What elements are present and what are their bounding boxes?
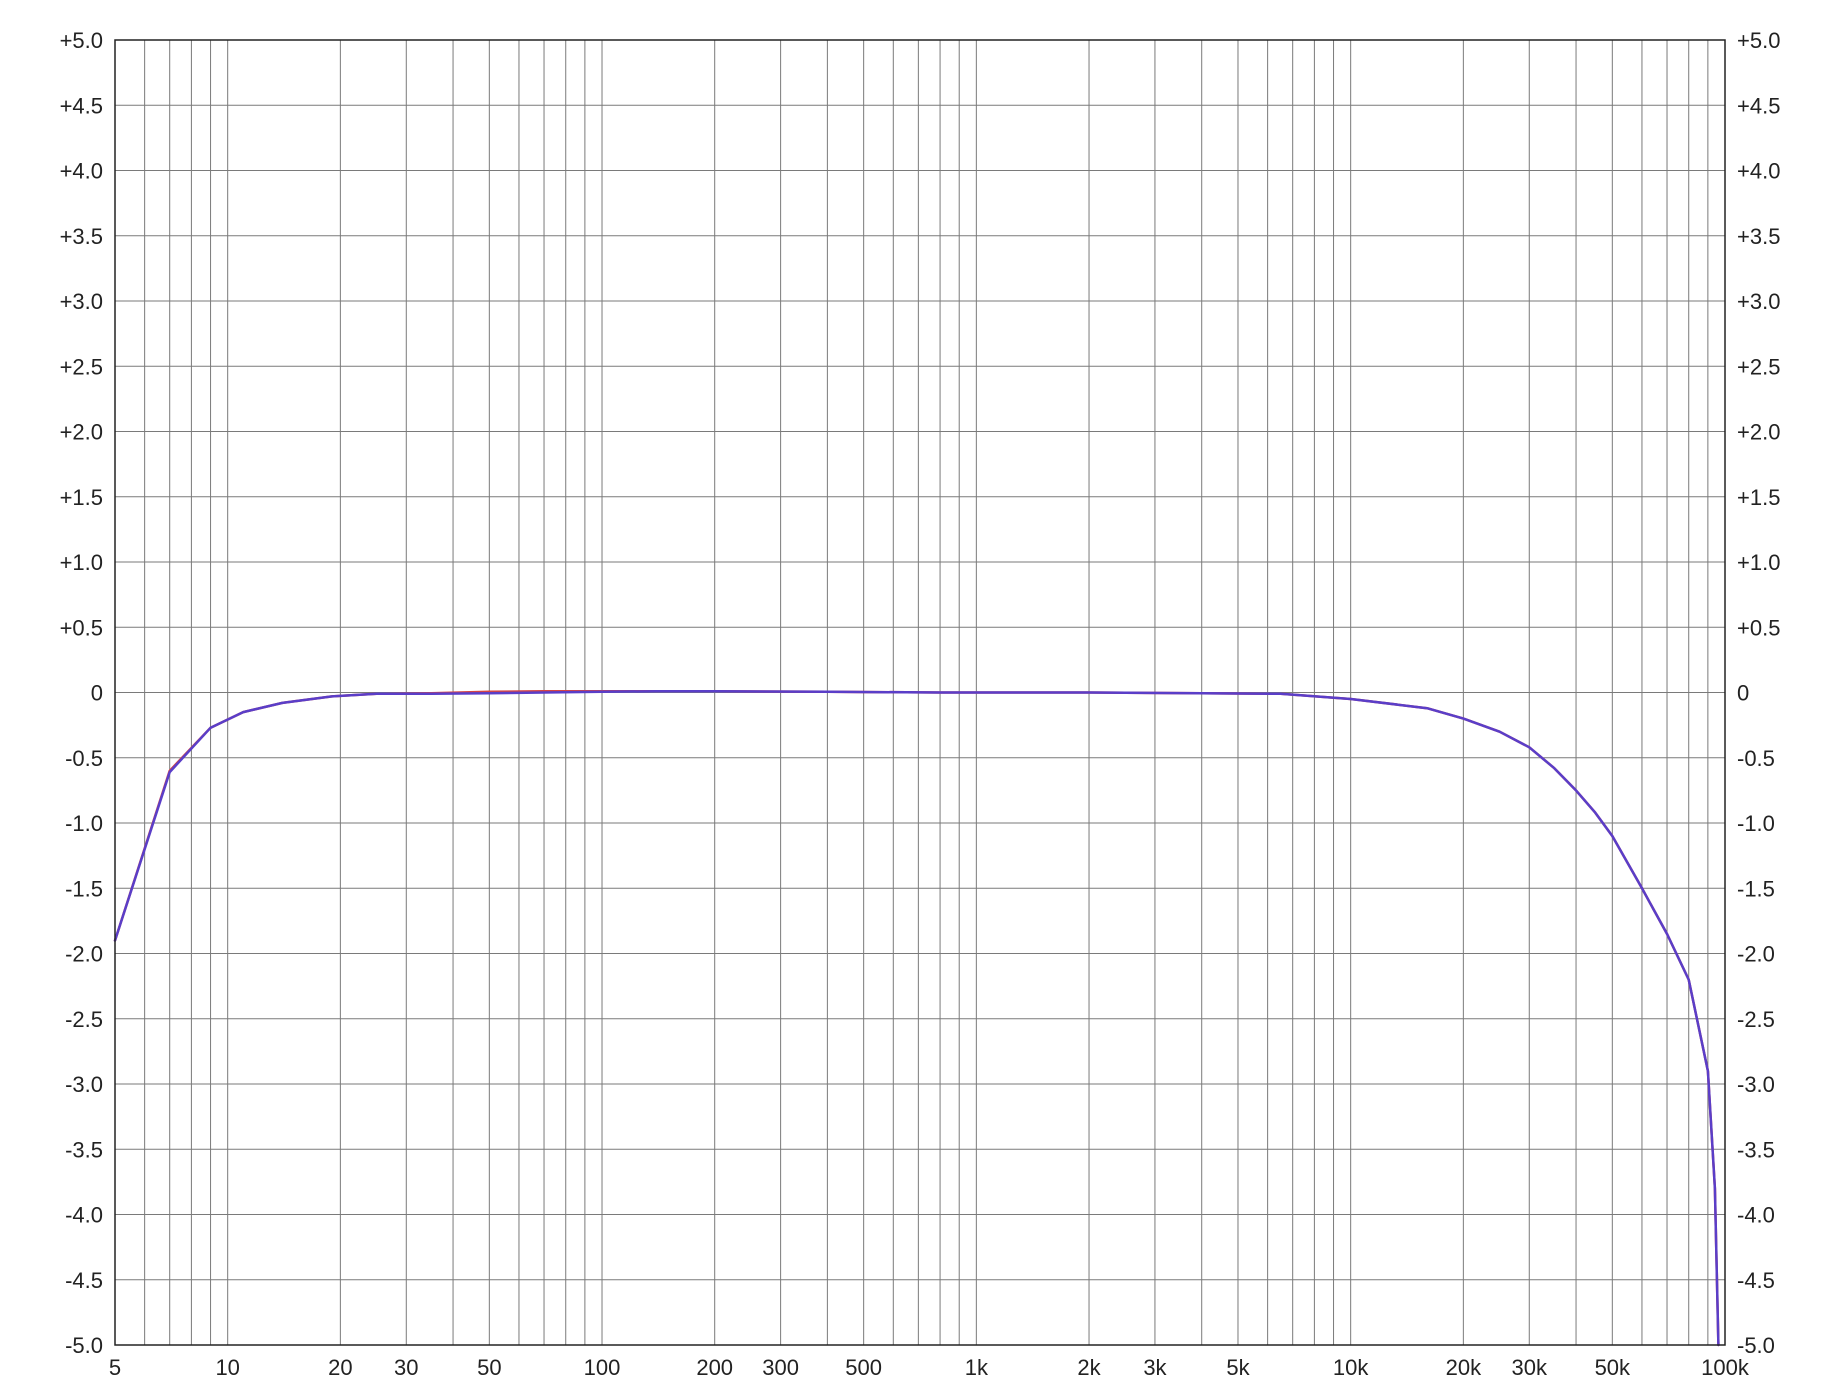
y-tick-label-right: -4.0 bbox=[1737, 1203, 1775, 1228]
x-tick-label: 5 bbox=[109, 1355, 121, 1380]
y-tick-label-right: -3.5 bbox=[1737, 1137, 1775, 1162]
y-tick-label-right: +1.0 bbox=[1737, 550, 1780, 575]
y-tick-label-right: -2.5 bbox=[1737, 1007, 1775, 1032]
y-tick-label-left: -4.0 bbox=[65, 1203, 103, 1228]
y-tick-label-left: +1.0 bbox=[60, 550, 103, 575]
x-tick-labels: 5 10 20 30 50 100 200 300 500 1k 2k 3k 5k 10k 20k 30k 50… bbox=[109, 1355, 1750, 1380]
x-tick-label: 200 bbox=[696, 1355, 733, 1380]
x-tick-label: 300 bbox=[762, 1355, 799, 1380]
y-tick-label-right: -1.5 bbox=[1737, 876, 1775, 901]
y-tick-label-right: -0.5 bbox=[1737, 746, 1775, 771]
y-tick-label-left: -0.5 bbox=[65, 746, 103, 771]
y-tick-label-left: +5.0 bbox=[60, 28, 103, 53]
x-tick-label: 3k bbox=[1143, 1355, 1167, 1380]
y-tick-label-right: +2.5 bbox=[1737, 354, 1780, 379]
y-tick-label-right: 0 bbox=[1737, 681, 1749, 706]
y-tick-label-right: -1.0 bbox=[1737, 811, 1775, 836]
series-line-1 bbox=[113, 689, 1720, 1347]
y-tick-label-left: +1.5 bbox=[60, 485, 103, 510]
frequency-response-chart: +5.0 +4.5 +4.0 +3.5 +3.0 +2.5 +2.0 +1.5 +1.0 +0.5… bbox=[60, 28, 1781, 1380]
y-tick-label-right: +2.0 bbox=[1737, 420, 1780, 445]
x-tick-label: 30 bbox=[394, 1355, 418, 1380]
x-tick-label: 50 bbox=[477, 1355, 501, 1380]
y-tick-label-left: -2.0 bbox=[65, 942, 103, 967]
y-tick-label-left: +2.5 bbox=[60, 354, 103, 379]
series-line-2 bbox=[113, 689, 1720, 1347]
y-tick-label-right: -3.0 bbox=[1737, 1072, 1775, 1097]
y-tick-label-left: 0 bbox=[91, 681, 103, 706]
y-tick-label-right: +0.5 bbox=[1737, 615, 1780, 640]
y-tick-label-right: +5.0 bbox=[1737, 28, 1780, 53]
y-tick-label-left: +2.0 bbox=[60, 420, 103, 445]
x-tick-label: 30k bbox=[1512, 1355, 1548, 1380]
y-tick-label-left: +0.5 bbox=[60, 615, 103, 640]
x-tick-label: 500 bbox=[845, 1355, 882, 1380]
y-tick-label-left: +3.5 bbox=[60, 224, 103, 249]
y-tick-label-left: +4.0 bbox=[60, 159, 103, 184]
y-tick-label-right: +4.0 bbox=[1737, 159, 1780, 184]
y-tick-label-left: -3.5 bbox=[65, 1137, 103, 1162]
x-tick-label: 10k bbox=[1333, 1355, 1369, 1380]
x-tick-label: 2k bbox=[1077, 1355, 1101, 1380]
x-tick-label: 1k bbox=[965, 1355, 989, 1380]
x-tick-label: 20k bbox=[1446, 1355, 1482, 1380]
y-tick-label-left: -2.5 bbox=[65, 1007, 103, 1032]
x-tick-label: 100k bbox=[1701, 1355, 1750, 1380]
y-tick-label-left: -1.5 bbox=[65, 876, 103, 901]
y-tick-label-left: -4.5 bbox=[65, 1268, 103, 1293]
y-tick-label-right: +1.5 bbox=[1737, 485, 1780, 510]
y-tick-label-right: +3.5 bbox=[1737, 224, 1780, 249]
series-layer bbox=[113, 689, 1720, 1347]
y-tick-label-left: -5.0 bbox=[65, 1333, 103, 1358]
y-tick-label-left: +3.0 bbox=[60, 289, 103, 314]
y-tick-label-right: -4.5 bbox=[1737, 1268, 1775, 1293]
y-tick-labels-left: +5.0 +4.5 +4.0 +3.5 +3.0 +2.5 +2.0 +1.5 +1.0 +0.5… bbox=[60, 28, 103, 1358]
x-tick-label: 5k bbox=[1226, 1355, 1250, 1380]
y-tick-labels-right: +5.0 +4.5 +4.0 +3.5 +3.0 +2.5 +2.0 +1.5 +1.0 +0.5… bbox=[1737, 28, 1780, 1358]
x-tick-label: 10 bbox=[215, 1355, 239, 1380]
x-tick-label: 100 bbox=[584, 1355, 621, 1380]
y-tick-label-left: +4.5 bbox=[60, 93, 103, 118]
x-tick-label: 50k bbox=[1595, 1355, 1631, 1380]
y-tick-label-right: +3.0 bbox=[1737, 289, 1780, 314]
y-tick-label-right: +4.5 bbox=[1737, 93, 1780, 118]
y-tick-label-left: -1.0 bbox=[65, 811, 103, 836]
x-tick-label: 20 bbox=[328, 1355, 352, 1380]
y-tick-label-right: -2.0 bbox=[1737, 942, 1775, 967]
y-tick-label-left: -3.0 bbox=[65, 1072, 103, 1097]
